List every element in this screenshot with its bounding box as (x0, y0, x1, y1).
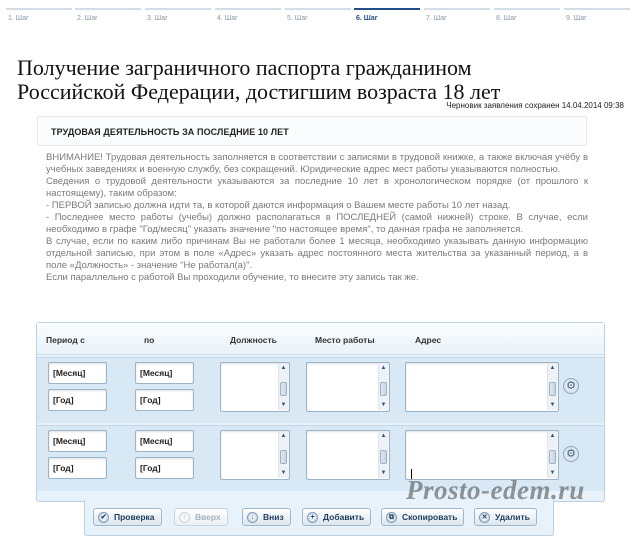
step-5[interactable]: 5. Шаг (285, 8, 351, 28)
workplace-textarea[interactable]: ▲ ▼ (306, 362, 390, 412)
check-button[interactable]: ✔ Проверка (93, 508, 162, 526)
instructions-notice: ВНИМАНИЕ! Трудовая деятельность заполняе… (46, 152, 588, 284)
scroll-thumb[interactable] (380, 382, 387, 396)
scroll-up-icon[interactable]: ▲ (380, 433, 387, 440)
from-year-input[interactable] (48, 389, 107, 411)
scroll-thumb[interactable] (549, 382, 556, 396)
scroll-down-icon[interactable]: ▼ (549, 402, 556, 409)
notice-paragraph: ВНИМАНИЕ! Трудовая деятельность заполняе… (46, 152, 588, 175)
address-textarea[interactable]: ▲ ▼ (405, 430, 559, 480)
move-down-button[interactable]: ↓ Вниз (242, 508, 291, 526)
step-1[interactable]: 1. Шаг (6, 8, 72, 28)
delete-row-button[interactable]: ✕ Удалить (474, 508, 537, 526)
plus-icon: + (307, 511, 318, 523)
close-icon: ✕ (479, 511, 490, 523)
notice-paragraph: - Последнее место работы (учебы) должно … (46, 212, 588, 235)
arrow-up-icon: ↑ (179, 511, 190, 523)
check-icon: ✔ (98, 511, 109, 523)
step-4[interactable]: 4. Шаг (215, 8, 281, 28)
column-header-workplace: Место работы (315, 335, 375, 345)
gear-icon[interactable]: ⚙ (563, 378, 579, 394)
delete-row-button-label: Удалить (495, 512, 530, 522)
from-year-input[interactable] (48, 457, 107, 479)
to-year-input[interactable] (135, 389, 194, 411)
notice-paragraph: В случае, если по каким либо причинам Вы… (46, 236, 588, 271)
scroll-down-icon[interactable]: ▼ (380, 470, 387, 477)
column-header-address: Адрес (415, 335, 442, 345)
column-header-position: Должность (230, 335, 277, 345)
step-9[interactable]: 9. Шаг (564, 8, 630, 28)
add-row-button[interactable]: + Добавить (302, 508, 372, 526)
scroll-down-icon[interactable]: ▼ (280, 470, 287, 477)
scroll-up-icon[interactable]: ▲ (549, 365, 556, 372)
step-2[interactable]: 2. Шаг (75, 8, 141, 28)
column-header-from: Период с (46, 335, 85, 345)
step-7[interactable]: 7. Шаг (424, 8, 490, 28)
table-header: Период с по Должность Место работы Адрес (37, 323, 604, 355)
scroll-thumb[interactable] (280, 382, 287, 396)
step-3[interactable]: 3. Шаг (145, 8, 211, 28)
scrollbar[interactable]: ▲ ▼ (547, 432, 557, 478)
scrollbar[interactable]: ▲ ▼ (278, 364, 288, 410)
arrow-down-icon: ↓ (247, 511, 258, 523)
add-row-button-label: Добавить (323, 512, 365, 522)
page-title-line-1: Получение заграничного паспорта граждани… (17, 55, 472, 80)
from-month-input[interactable] (48, 430, 107, 452)
scroll-up-icon[interactable]: ▲ (280, 433, 287, 440)
table-row: ▲▼ ▲▼ ▲▼ ⚙ (37, 357, 604, 423)
copy-row-button[interactable]: ⧉ Скопировать (381, 508, 465, 526)
notice-paragraph: - ПЕРВОЙ записью должна идти та, в котор… (46, 200, 511, 211)
copy-icon: ⧉ (386, 511, 397, 523)
workplace-textarea[interactable]: ▲ ▼ (306, 430, 390, 480)
notice-paragraph: Сведения о трудовой деятельности указыва… (46, 176, 588, 199)
copy-row-button-label: Скопировать (402, 512, 458, 522)
move-down-button-label: Вниз (263, 512, 284, 522)
position-textarea[interactable]: ▲ ▼ (220, 362, 290, 412)
from-month-input[interactable] (48, 362, 107, 384)
scroll-thumb[interactable] (380, 450, 387, 464)
scrollbar[interactable]: ▲ ▼ (378, 432, 388, 478)
scroll-up-icon[interactable]: ▲ (380, 365, 387, 372)
notice-paragraph: Если параллельно с работой Вы проходили … (46, 272, 419, 283)
scrollbar[interactable]: ▲ ▼ (547, 364, 557, 410)
to-year-input[interactable] (135, 457, 194, 479)
scroll-down-icon[interactable]: ▼ (280, 402, 287, 409)
draft-saved-note: Черновик заявления сохранен 14.04.2014 0… (446, 101, 624, 110)
scroll-thumb[interactable] (280, 450, 287, 464)
scroll-thumb[interactable] (549, 450, 556, 464)
check-button-label: Проверка (114, 512, 155, 522)
scrollbar[interactable]: ▲ ▼ (278, 432, 288, 478)
move-up-button-label: Вверх (195, 512, 221, 522)
scroll-up-icon[interactable]: ▲ (549, 433, 556, 440)
address-textarea[interactable]: ▲ ▼ (405, 362, 559, 412)
step-progress-bar: 1. Шаг 2. Шаг 3. Шаг 4. Шаг 5. Шаг 6. Ша… (6, 8, 634, 28)
watermark: Prosto-edem.ru (406, 475, 585, 505)
gear-icon[interactable]: ⚙ (563, 446, 579, 462)
position-textarea[interactable]: ▲ ▼ (220, 430, 290, 480)
scroll-down-icon[interactable]: ▼ (380, 402, 387, 409)
step-6-current[interactable]: 6. Шаг (354, 8, 420, 28)
move-up-button[interactable]: ↑ Вверх (174, 508, 228, 526)
to-month-input[interactable] (135, 362, 194, 384)
page-title-line-2: Российской Федерации, достигшим возраста… (17, 79, 501, 104)
page-title: Получение заграничного паспорта граждани… (17, 56, 627, 104)
column-header-to: по (144, 335, 155, 345)
step-8[interactable]: 8. Шаг (494, 8, 560, 28)
scroll-up-icon[interactable]: ▲ (280, 365, 287, 372)
scrollbar[interactable]: ▲ ▼ (378, 364, 388, 410)
to-month-input[interactable] (135, 430, 194, 452)
section-title: ТРУДОВАЯ ДЕЯТЕЛЬНОСТЬ ЗА ПОСЛЕДНИЕ 10 ЛЕ… (51, 127, 289, 137)
